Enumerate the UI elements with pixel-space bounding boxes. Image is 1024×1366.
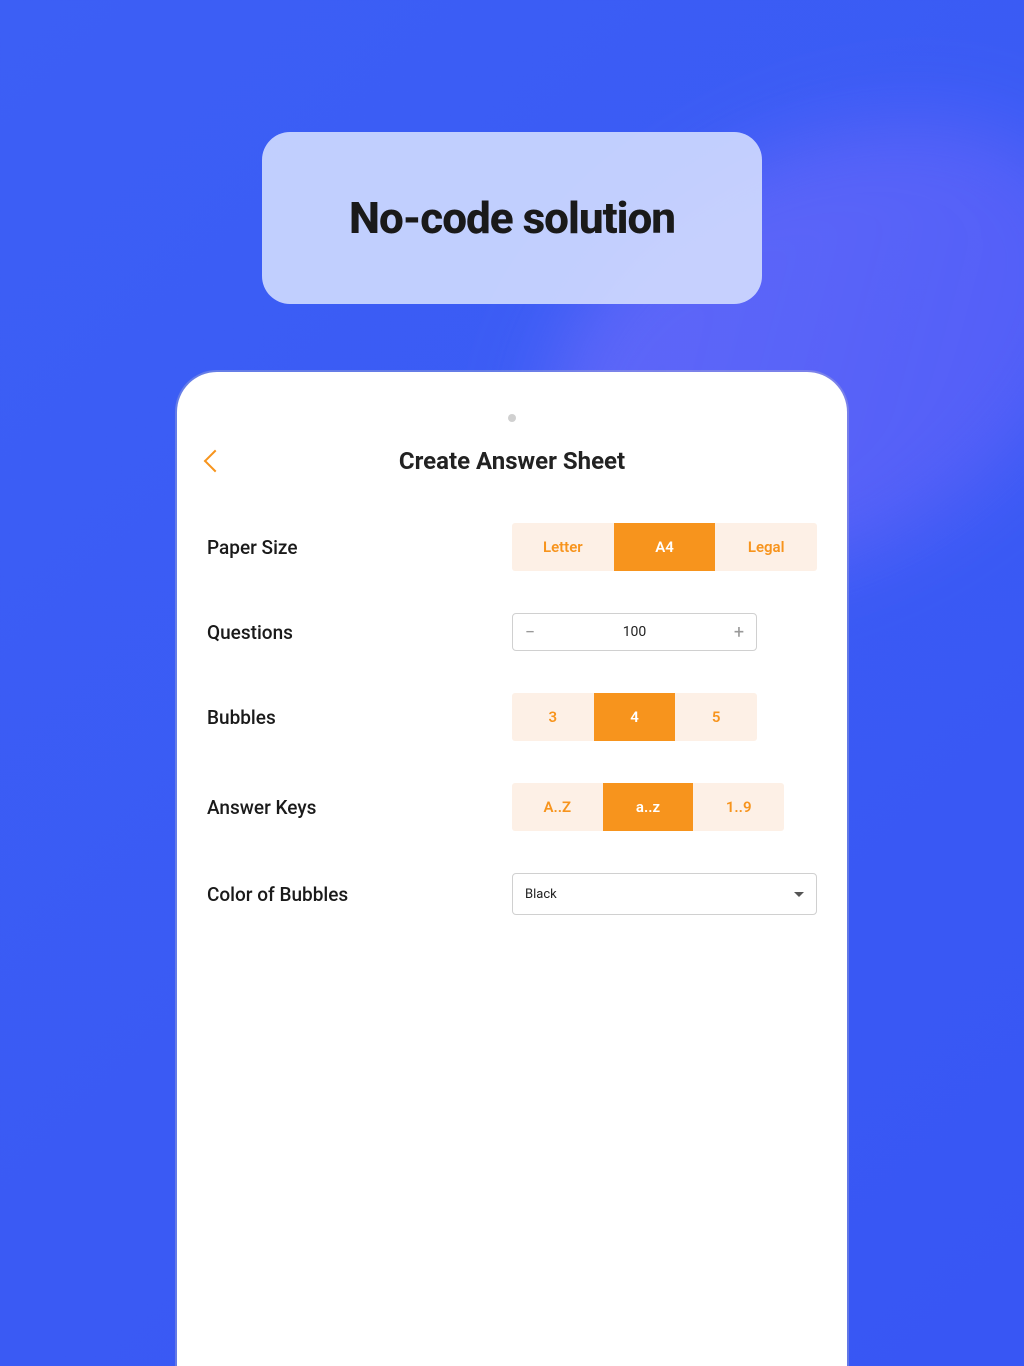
bubbles-option-4[interactable]: 4: [594, 693, 676, 741]
label-color: Color of Bubbles: [207, 883, 512, 906]
chevron-down-icon: [794, 892, 804, 897]
screen-header: Create Answer Sheet: [207, 447, 817, 475]
paper-size-option-legal[interactable]: Legal: [715, 523, 817, 571]
answer-keys-option-numeric[interactable]: 1..9: [693, 783, 784, 831]
segmented-bubbles: 3 4 5: [512, 693, 757, 741]
questions-increment-button[interactable]: +: [722, 622, 756, 643]
segmented-paper-size: Letter A4 Legal: [512, 523, 817, 571]
color-select[interactable]: Black: [512, 873, 817, 915]
questions-value[interactable]: 100: [547, 624, 722, 640]
answer-keys-option-upper[interactable]: A..Z: [512, 783, 603, 831]
row-questions: Questions − 100 +: [207, 613, 817, 651]
paper-size-option-letter[interactable]: Letter: [512, 523, 614, 571]
label-paper-size: Paper Size: [207, 536, 512, 559]
screen-title: Create Answer Sheet: [399, 447, 625, 475]
bubbles-option-3[interactable]: 3: [512, 693, 594, 741]
label-answer-keys: Answer Keys: [207, 796, 512, 819]
segmented-answer-keys: A..Z a..z 1..9: [512, 783, 784, 831]
screen: Create Answer Sheet Paper Size Letter A4…: [177, 372, 847, 915]
bubbles-option-5[interactable]: 5: [675, 693, 757, 741]
label-bubbles: Bubbles: [207, 706, 512, 729]
row-answer-keys: Answer Keys A..Z a..z 1..9: [207, 783, 817, 831]
questions-stepper: − 100 +: [512, 613, 757, 651]
color-select-value: Black: [525, 887, 557, 902]
hero-title: No-code solution: [349, 192, 675, 244]
row-paper-size: Paper Size Letter A4 Legal: [207, 523, 817, 571]
row-color: Color of Bubbles Black: [207, 873, 817, 915]
label-questions: Questions: [207, 621, 512, 644]
device-tablet: Create Answer Sheet Paper Size Letter A4…: [177, 372, 847, 1366]
device-camera-dot: [508, 414, 516, 422]
paper-size-option-a4[interactable]: A4: [614, 523, 716, 571]
back-icon[interactable]: [204, 450, 227, 473]
questions-decrement-button[interactable]: −: [513, 622, 547, 643]
answer-keys-option-lower[interactable]: a..z: [603, 783, 694, 831]
hero-title-card: No-code solution: [262, 132, 762, 304]
row-bubbles: Bubbles 3 4 5: [207, 693, 817, 741]
